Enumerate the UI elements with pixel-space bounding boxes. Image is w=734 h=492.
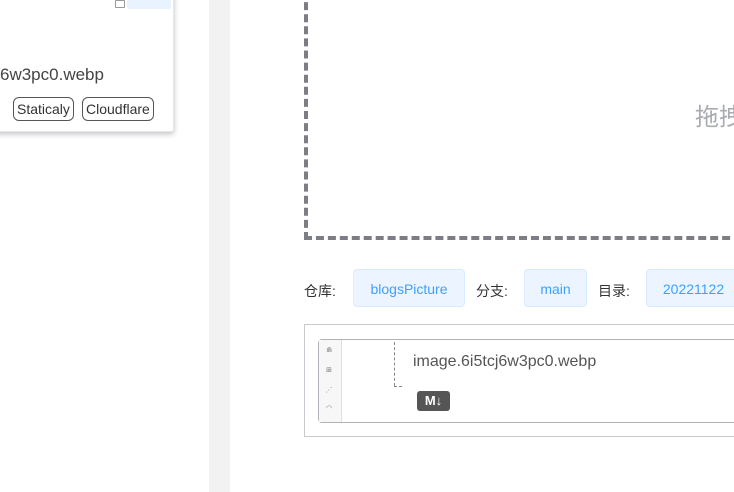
status-badge [127,0,171,9]
upload-result-list: ⋒ ⊞ ⋰ ◠ [304,324,734,437]
branch-label: 分支: [476,283,508,299]
list-item: ⋒ ⊞ ⋰ ◠ [318,339,734,423]
image-thumbnail: ⋒ ⊞ ⋰ ◠ [319,340,342,422]
thumbnail-guide [394,342,396,386]
branch-tag[interactable]: main [524,269,587,307]
panel-divider [209,0,230,492]
image-icon [115,0,125,8]
thumbnail-icon: ⋰ [325,387,333,394]
cloudflare-button[interactable]: Cloudflare [82,97,154,121]
thumbnail-icon: ⋒ [326,347,332,354]
drop-zone-hint: 拖拽 [695,104,734,131]
thumbnail-icon: ⊞ [326,367,332,374]
thumbnail-guide [394,386,402,388]
card-filename: 6w3pc0.webp [0,65,104,84]
repo-label: 仓库: [304,283,336,299]
markdown-icon[interactable]: M↓ [417,391,450,411]
thumbnail-icon: ◠ [325,405,333,412]
staticaly-button[interactable]: Staticaly [13,97,74,121]
upload-drop-zone[interactable] [304,0,734,240]
result-filename: image.6i5tcj6w3pc0.webp [413,353,597,370]
dir-tag[interactable]: 20221122 [646,269,734,307]
dir-label: 目录: [598,283,630,299]
repo-tag[interactable]: blogsPicture [353,269,465,307]
